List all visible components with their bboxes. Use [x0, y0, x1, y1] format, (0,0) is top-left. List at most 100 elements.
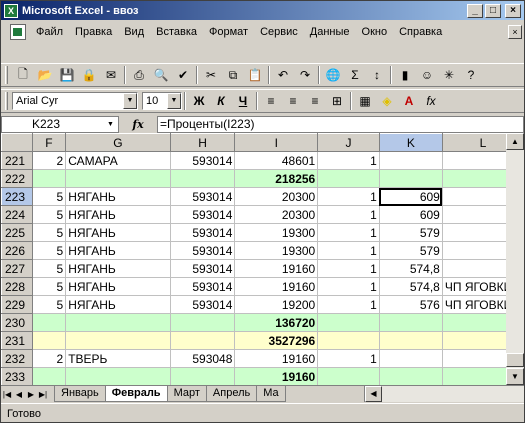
bold-button[interactable]: Ж: [188, 91, 210, 112]
cell-k[interactable]: [378, 313, 443, 332]
fill-color-icon[interactable]: ◈: [376, 91, 398, 112]
cell-g[interactable]: [65, 331, 171, 350]
menu-edit[interactable]: Правка: [69, 23, 118, 41]
font-size-select[interactable]: 10 ▼: [142, 92, 182, 110]
cell-j[interactable]: 1: [317, 187, 380, 206]
print-preview-icon[interactable]: 🔍: [150, 65, 172, 86]
toolbar-grip[interactable]: [5, 66, 8, 84]
cell-g[interactable]: НЯГАНЬ: [65, 295, 171, 314]
cell-h[interactable]: [169, 367, 236, 385]
doc-close-button[interactable]: ×: [508, 25, 522, 39]
sheet-tab[interactable]: Март: [166, 386, 207, 402]
new-icon[interactable]: 🗋: [12, 65, 34, 86]
cell-i[interactable]: 3527296: [234, 331, 319, 350]
map-icon[interactable]: ✳: [438, 65, 460, 86]
open-icon[interactable]: 📂: [34, 65, 56, 86]
cell-h[interactable]: 593014: [169, 295, 236, 314]
cell-g[interactable]: НЯГАНЬ: [65, 187, 171, 206]
cell-h[interactable]: 593014: [169, 187, 236, 206]
row-header[interactable]: 231: [1, 331, 33, 350]
column-header[interactable]: J: [317, 133, 380, 152]
scroll-left-icon[interactable]: ◀: [365, 386, 382, 402]
font-name-select[interactable]: Arial Cyr ▼: [12, 92, 138, 110]
cell-i[interactable]: 218256: [234, 169, 319, 188]
cell-g[interactable]: НЯГАНЬ: [65, 259, 171, 278]
paste-icon[interactable]: 📋: [244, 65, 266, 86]
borders-icon[interactable]: ▦: [354, 91, 376, 112]
align-right-icon[interactable]: ≡: [304, 91, 326, 112]
menu-help[interactable]: Справка: [393, 23, 448, 41]
cell-i[interactable]: 48601: [234, 151, 319, 170]
cell-h[interactable]: 593014: [169, 259, 236, 278]
row-header[interactable]: 223: [1, 187, 33, 206]
cell-g[interactable]: ТВЕРЬ: [65, 349, 171, 368]
cell-f[interactable]: [31, 367, 67, 385]
cell-g[interactable]: НЯГАНЬ: [65, 241, 171, 260]
help-icon[interactable]: ?: [460, 65, 482, 86]
column-header[interactable]: H: [169, 133, 236, 152]
row-header[interactable]: 225: [1, 223, 33, 242]
menu-file[interactable]: Файл: [30, 23, 69, 41]
column-header[interactable]: F: [31, 133, 67, 152]
column-header[interactable]: G: [65, 133, 171, 152]
cell-f[interactable]: 5: [31, 277, 67, 296]
row-header[interactable]: 228: [1, 277, 33, 296]
workbook-icon[interactable]: [10, 24, 26, 40]
cell-i[interactable]: 19300: [234, 241, 319, 260]
cell-h[interactable]: 593014: [169, 205, 236, 224]
cell-f[interactable]: 2: [31, 349, 67, 368]
cell-f[interactable]: 5: [31, 241, 67, 260]
cell-f[interactable]: [31, 169, 67, 188]
cell-i[interactable]: 19300: [234, 223, 319, 242]
cell-k[interactable]: [378, 367, 443, 385]
menu-window[interactable]: Окно: [356, 23, 394, 41]
cell-j[interactable]: [317, 313, 380, 332]
cell-h[interactable]: 593048: [169, 349, 236, 368]
cell-j[interactable]: 1: [317, 241, 380, 260]
row-header[interactable]: 224: [1, 205, 33, 224]
row-header[interactable]: 227: [1, 259, 33, 278]
cell-g[interactable]: НЯГАНЬ: [65, 205, 171, 224]
sort-ascending-icon[interactable]: ↕: [366, 65, 388, 86]
cell-j[interactable]: [317, 169, 380, 188]
cell-f[interactable]: [31, 313, 67, 332]
vertical-scrollbar[interactable]: ▲ ▼: [506, 133, 524, 385]
cell-j[interactable]: 1: [317, 295, 380, 314]
cell-j[interactable]: 1: [317, 223, 380, 242]
cell-f[interactable]: 5: [31, 259, 67, 278]
cell-k[interactable]: [378, 151, 443, 170]
cell-g[interactable]: НЯГАНЬ: [65, 277, 171, 296]
cell-h[interactable]: [169, 331, 236, 350]
scroll-up-icon[interactable]: ▲: [506, 133, 524, 150]
row-header[interactable]: 230: [1, 313, 33, 332]
cell-k[interactable]: [378, 331, 443, 350]
cell-i[interactable]: 19160: [234, 349, 319, 368]
row-header[interactable]: 226: [1, 241, 33, 260]
chart-wizard-icon[interactable]: ▮: [394, 65, 416, 86]
cell-k[interactable]: 574,8: [378, 277, 443, 296]
align-left-icon[interactable]: ≡: [260, 91, 282, 112]
cell-i[interactable]: 19160: [234, 367, 319, 385]
cells-table[interactable]: F G H I J K L 221 2 САМАРА 593014 48601 1 222 2…: [1, 133, 524, 385]
cell-f[interactable]: 5: [31, 223, 67, 242]
italic-button[interactable]: К: [210, 91, 232, 112]
first-sheet-icon[interactable]: |◀: [1, 390, 13, 399]
cell-f[interactable]: 5: [31, 187, 67, 206]
cell-h[interactable]: 593014: [169, 151, 236, 170]
column-header-active[interactable]: K: [378, 133, 443, 152]
active-cell[interactable]: 609: [378, 187, 443, 206]
fx-icon[interactable]: fx: [119, 118, 157, 131]
menu-format[interactable]: Формат: [203, 23, 254, 41]
cell-j[interactable]: 1: [317, 259, 380, 278]
menu-data[interactable]: Данные: [304, 23, 356, 41]
column-header[interactable]: I: [234, 133, 319, 152]
sheet-tab[interactable]: Ма: [256, 386, 286, 402]
scroll-thumb[interactable]: [506, 353, 524, 367]
cell-k[interactable]: 579: [378, 241, 443, 260]
align-center-icon[interactable]: ≡: [282, 91, 304, 112]
chevron-down-icon[interactable]: ▼: [167, 93, 181, 109]
cell-g[interactable]: [65, 169, 171, 188]
menu-insert[interactable]: Вставка: [150, 23, 203, 41]
chevron-down-icon[interactable]: ▼: [104, 118, 117, 131]
cell-j[interactable]: 1: [317, 205, 380, 224]
